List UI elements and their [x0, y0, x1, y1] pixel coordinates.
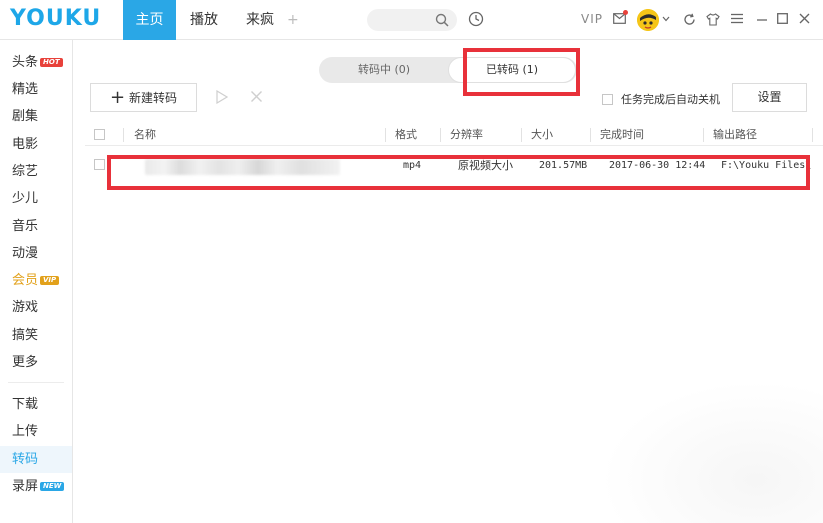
tab-transcoding[interactable]: 转码中 (0): [319, 57, 449, 83]
nav-tab-play[interactable]: 播放: [176, 0, 232, 40]
avatar[interactable]: [637, 9, 659, 31]
vip-link[interactable]: VIP: [581, 12, 603, 26]
file-name-blurred: [145, 159, 340, 175]
sidebar-item-label: 录屏: [12, 479, 39, 494]
history-icon[interactable]: [468, 11, 484, 27]
column-separator: [590, 128, 591, 142]
cell-output-path[interactable]: F:\Youku Files\: [721, 152, 823, 179]
vip-badge: VIP: [40, 276, 60, 285]
column-output-path[interactable]: 输出路径: [713, 124, 757, 146]
avatar-icon: [637, 9, 659, 31]
sidebar-item-movies[interactable]: 电影: [0, 131, 72, 158]
column-separator: [703, 128, 704, 142]
sidebar-item-music[interactable]: 音乐: [0, 213, 72, 240]
sidebar-item-funny[interactable]: 搞笑: [0, 322, 72, 349]
sidebar-item-screen-record[interactable]: 录屏 NEW: [0, 473, 72, 500]
column-separator: [521, 128, 522, 142]
new-transcode-button[interactable]: + 新建转码: [90, 83, 197, 112]
maximize-icon[interactable]: [777, 13, 788, 24]
nav-tab-home[interactable]: 主页: [123, 0, 176, 40]
menu-icon[interactable]: [731, 13, 743, 24]
column-separator: [812, 128, 813, 142]
new-transcode-label: 新建转码: [129, 91, 178, 105]
play-icon[interactable]: [216, 90, 228, 104]
column-resolution[interactable]: 分辨率: [450, 124, 483, 146]
cell-resolution: 原视频大小: [458, 159, 513, 172]
search-input[interactable]: [367, 9, 457, 31]
sidebar-item-featured[interactable]: 精选: [0, 76, 72, 103]
sidebar-item-transcode[interactable]: 转码: [0, 446, 72, 473]
hot-badge: HOT: [40, 58, 63, 67]
table-header: 名称 格式 分辨率 大小 完成时间 输出路径: [85, 124, 823, 146]
auto-shutdown-label: 任务完成后自动关机: [621, 93, 720, 106]
refresh-icon[interactable]: [683, 13, 696, 26]
cell-completed-time: 2017-06-30 12:44: [609, 160, 706, 171]
main-nav: 主页 播放 来疯: [123, 0, 288, 40]
auto-shutdown-checkbox[interactable]: [602, 93, 613, 105]
auto-shutdown-option[interactable]: 任务完成后自动关机: [602, 91, 720, 107]
select-all-checkbox[interactable]: [94, 129, 105, 140]
sidebar-item-variety[interactable]: 综艺: [0, 158, 72, 185]
column-separator: [123, 128, 124, 142]
cell-format: mp4: [403, 160, 422, 171]
cell-size: 201.57MB: [539, 160, 588, 171]
close-icon[interactable]: [799, 13, 810, 24]
plus-icon: +: [109, 86, 126, 108]
sidebar-item-anime[interactable]: 动漫: [0, 240, 72, 267]
sidebar-item-series[interactable]: 剧集: [0, 103, 72, 130]
column-format[interactable]: 格式: [395, 124, 417, 146]
row-checkbox[interactable]: [94, 159, 105, 170]
column-size[interactable]: 大小: [531, 124, 553, 146]
notification-dot: [623, 10, 628, 15]
sidebar-item-more[interactable]: 更多: [0, 349, 72, 376]
sidebar-item-download[interactable]: 下载: [0, 391, 72, 418]
nav-tab-laifeng[interactable]: 来疯: [232, 0, 288, 40]
sidebar-item-headlines[interactable]: 头条 HOT: [0, 49, 72, 76]
youku-logo[interactable]: YOUKU: [10, 6, 101, 31]
transcode-tabs: 转码中 (0) 已转码 (1): [319, 57, 577, 83]
skin-shirt-icon[interactable]: [706, 13, 720, 26]
background-fade: [600, 380, 823, 523]
chevron-down-icon[interactable]: [662, 16, 670, 22]
table-row[interactable]: mp4 原视频大小 201.57MB 2017-06-30 12:44 F:\Y…: [85, 152, 823, 179]
sidebar-item-kids[interactable]: 少儿: [0, 185, 72, 212]
sidebar-item-membership[interactable]: 会员 VIP: [0, 267, 72, 294]
delete-icon[interactable]: [250, 90, 263, 103]
add-tab-button[interactable]: +: [287, 12, 299, 28]
sidebar-item-upload[interactable]: 上传: [0, 418, 72, 445]
column-name[interactable]: 名称: [134, 124, 156, 146]
column-completed-time[interactable]: 完成时间: [600, 124, 644, 146]
sidebar-item-label: 头条: [12, 55, 39, 70]
settings-button[interactable]: 设置: [732, 83, 807, 112]
top-bar: YOUKU 主页 播放 来疯 + VIP: [0, 0, 823, 40]
new-badge: NEW: [40, 482, 65, 491]
tab-transcoded[interactable]: 已转码 (1): [448, 57, 576, 83]
column-separator: [385, 128, 386, 142]
sidebar-item-label: 会员: [12, 273, 39, 288]
logo-text: YOUKU: [10, 6, 102, 31]
search-icon[interactable]: [435, 13, 449, 27]
minimize-icon[interactable]: [756, 13, 768, 25]
column-separator: [440, 128, 441, 142]
sidebar-item-games[interactable]: 游戏: [0, 294, 72, 321]
sidebar: 头条 HOT 精选 剧集 电影 综艺 少儿 音乐 动漫 会员 VIP 游戏 搞笑 更…: [0, 40, 73, 523]
sidebar-divider: [8, 382, 64, 383]
